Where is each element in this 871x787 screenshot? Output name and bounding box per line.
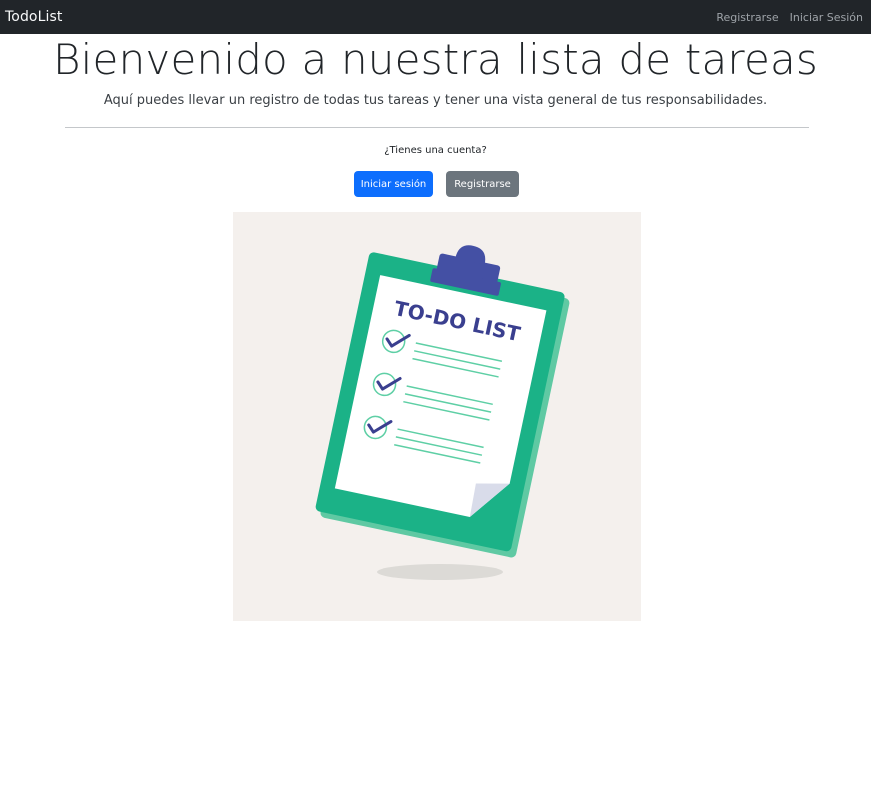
shadow [377, 564, 503, 580]
navbar: TodoList Registrarse Iniciar Sesión [0, 0, 871, 34]
page-title: Bienvenido a nuestra lista de tareas [52, 35, 819, 84]
divider [65, 127, 809, 128]
todo-illustration: TO-DO LIST [233, 212, 641, 621]
brand-link[interactable]: TodoList [5, 9, 62, 25]
clipboard-illustration: TO-DO LIST [315, 245, 570, 580]
nav-login-link[interactable]: Iniciar Sesión [790, 11, 863, 24]
register-button[interactable]: Registrarse [446, 171, 519, 197]
lead-text: Aquí puedes llevar un registro de todas … [103, 93, 768, 108]
nav-register-link[interactable]: Registrarse [716, 11, 778, 24]
nav-links: Registrarse Iniciar Sesión [716, 11, 863, 24]
login-button[interactable]: Iniciar sesión [354, 171, 433, 197]
account-question: ¿Tienes una cuenta? [384, 145, 487, 156]
